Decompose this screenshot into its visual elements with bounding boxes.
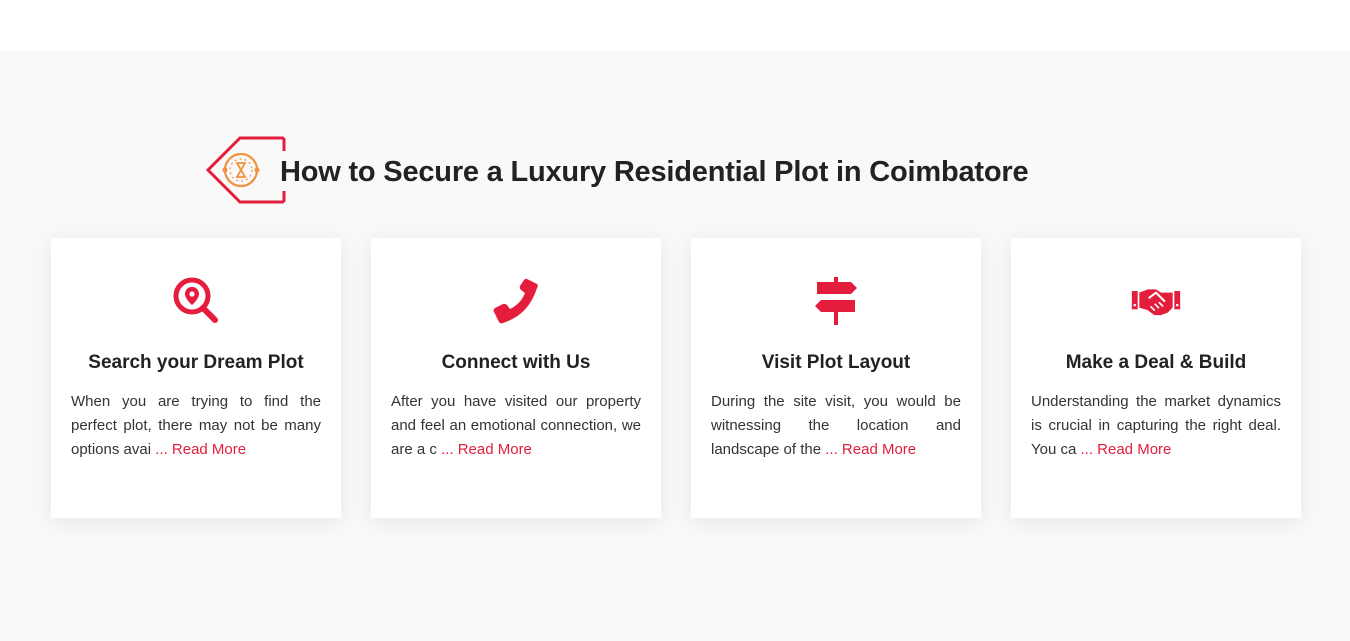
signpost-icon	[815, 277, 857, 325]
card-description: After you have visited our property and …	[391, 390, 641, 462]
read-more-link[interactable]: ... Read More	[825, 441, 916, 458]
card-title: Connect with Us	[441, 352, 591, 373]
card-description: When you are trying to find the perfect …	[71, 390, 321, 462]
read-more-link[interactable]: ... Read More	[155, 441, 246, 458]
card-title: Search your Dream Plot	[88, 352, 304, 373]
section-heading: How to Secure a Luxury Residential Plot …	[204, 135, 1029, 210]
read-more-link[interactable]: ... Read More	[1081, 441, 1172, 458]
phone-icon	[493, 278, 538, 324]
read-more-link[interactable]: ... Read More	[441, 441, 532, 458]
card-title: Make a Deal & Build	[1065, 352, 1247, 373]
step-card-search: Search your Dream Plot When you are tryi…	[51, 238, 341, 518]
step-card-connect: Connect with Us After you have visited o…	[371, 238, 661, 518]
card-title: Visit Plot Layout	[761, 352, 911, 373]
page-title: How to Secure a Luxury Residential Plot …	[280, 156, 1029, 188]
step-card-deal: Make a Deal & Build Understanding the ma…	[1011, 238, 1301, 518]
map-search-icon	[173, 277, 218, 323]
top-bar	[0, 0, 1350, 51]
step-card-visit: Visit Plot Layout During the site visit,…	[691, 238, 981, 518]
plot-logo-icon	[205, 136, 286, 204]
card-description: During the site visit, you would be witn…	[711, 390, 961, 462]
card-description: Understanding the market dynamics is cru…	[1031, 390, 1281, 462]
handshake-icon	[1131, 289, 1181, 316]
